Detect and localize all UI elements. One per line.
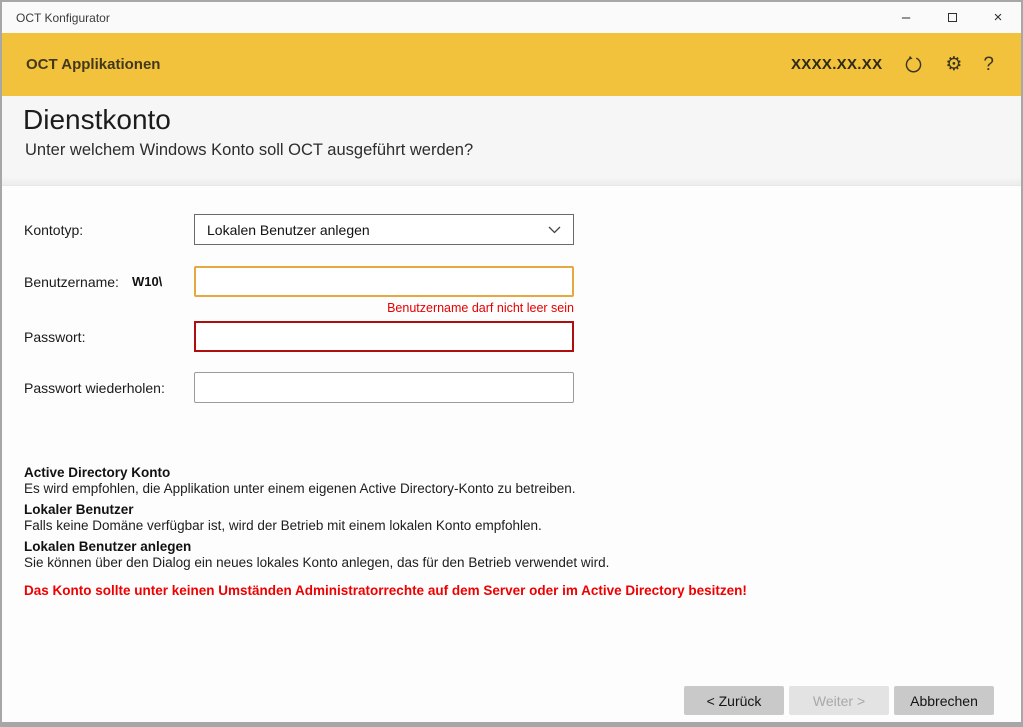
maximize-button[interactable] [929, 2, 975, 33]
window-controls: – × [883, 2, 1021, 33]
help-entry-text: Falls keine Domäne verfügbar ist, wird d… [24, 518, 804, 534]
help-entry: Active Directory Konto Es wird empfohlen… [24, 465, 804, 497]
cancel-button[interactable]: Abbrechen [894, 686, 994, 715]
help-entry-text: Sie können über den Dialog ein neues lok… [24, 555, 804, 571]
passwort-label: Passwort: [24, 321, 85, 352]
kontotyp-select[interactable]: Lokalen Benutzer anlegen [194, 214, 574, 245]
passwort-wiederholen-label: Passwort wiederholen: [24, 372, 165, 403]
help-entry-title: Lokalen Benutzer anlegen [24, 539, 804, 555]
benutzername-label: Benutzername: [24, 274, 119, 290]
header-actions: XXXX.XX.XX ⚙ ? [791, 54, 1021, 75]
wizard-footer: < Zurück Weiter > Abbrechen [684, 686, 994, 715]
admin-rights-warning: Das Konto sollte unter keinen Umständen … [24, 583, 804, 598]
page-title: Dienstkonto [2, 96, 1021, 136]
app-window: OCT Konfigurator – × OCT Applikationen X… [0, 0, 1023, 727]
domain-prefix: W10\ [132, 274, 162, 289]
app-title: OCT Applikationen [2, 56, 160, 73]
passwort-wiederholen-input[interactable] [194, 372, 574, 403]
next-button[interactable]: Weiter > [789, 686, 889, 715]
gear-icon: ⚙ [945, 55, 962, 74]
kontotyp-selected-value: Lokalen Benutzer anlegen [207, 222, 370, 238]
page-subtitle: Unter welchem Windows Konto soll OCT aus… [2, 136, 1021, 160]
chevron-down-icon [548, 226, 561, 234]
refresh-icon [903, 54, 924, 75]
close-icon: × [994, 9, 1003, 26]
help-button[interactable]: ? [983, 55, 994, 74]
maximize-icon [948, 13, 957, 22]
help-icon: ? [983, 55, 994, 74]
help-entry: Lokalen Benutzer anlegen Sie können über… [24, 539, 804, 571]
help-section: Active Directory Konto Es wird empfohlen… [24, 465, 804, 598]
back-button[interactable]: < Zurück [684, 686, 784, 715]
help-entry: Lokaler Benutzer Falls keine Domäne verf… [24, 502, 804, 534]
window-title: OCT Konfigurator [2, 11, 110, 25]
benutzername-error: Benutzername darf nicht leer sein [194, 301, 574, 315]
benutzername-input[interactable] [194, 266, 574, 297]
app-header: OCT Applikationen XXXX.XX.XX ⚙ ? [2, 33, 1021, 96]
minimize-icon: – [902, 9, 910, 26]
page-heading-band: Dienstkonto Unter welchem Windows Konto … [2, 96, 1021, 186]
benutzername-label-row: Benutzername: W10\ [24, 266, 162, 297]
help-entry-title: Active Directory Konto [24, 465, 804, 481]
version-label: XXXX.XX.XX [791, 56, 882, 73]
help-entry-text: Es wird empfohlen, die Applikation unter… [24, 481, 804, 497]
kontotyp-label: Kontotyp: [24, 214, 83, 245]
minimize-button[interactable]: – [883, 2, 929, 33]
settings-button[interactable]: ⚙ [945, 55, 962, 74]
help-entry-title: Lokaler Benutzer [24, 502, 804, 518]
refresh-button[interactable] [903, 54, 924, 75]
titlebar: OCT Konfigurator – × [2, 2, 1021, 33]
close-button[interactable]: × [975, 2, 1021, 33]
passwort-input[interactable] [194, 321, 574, 352]
